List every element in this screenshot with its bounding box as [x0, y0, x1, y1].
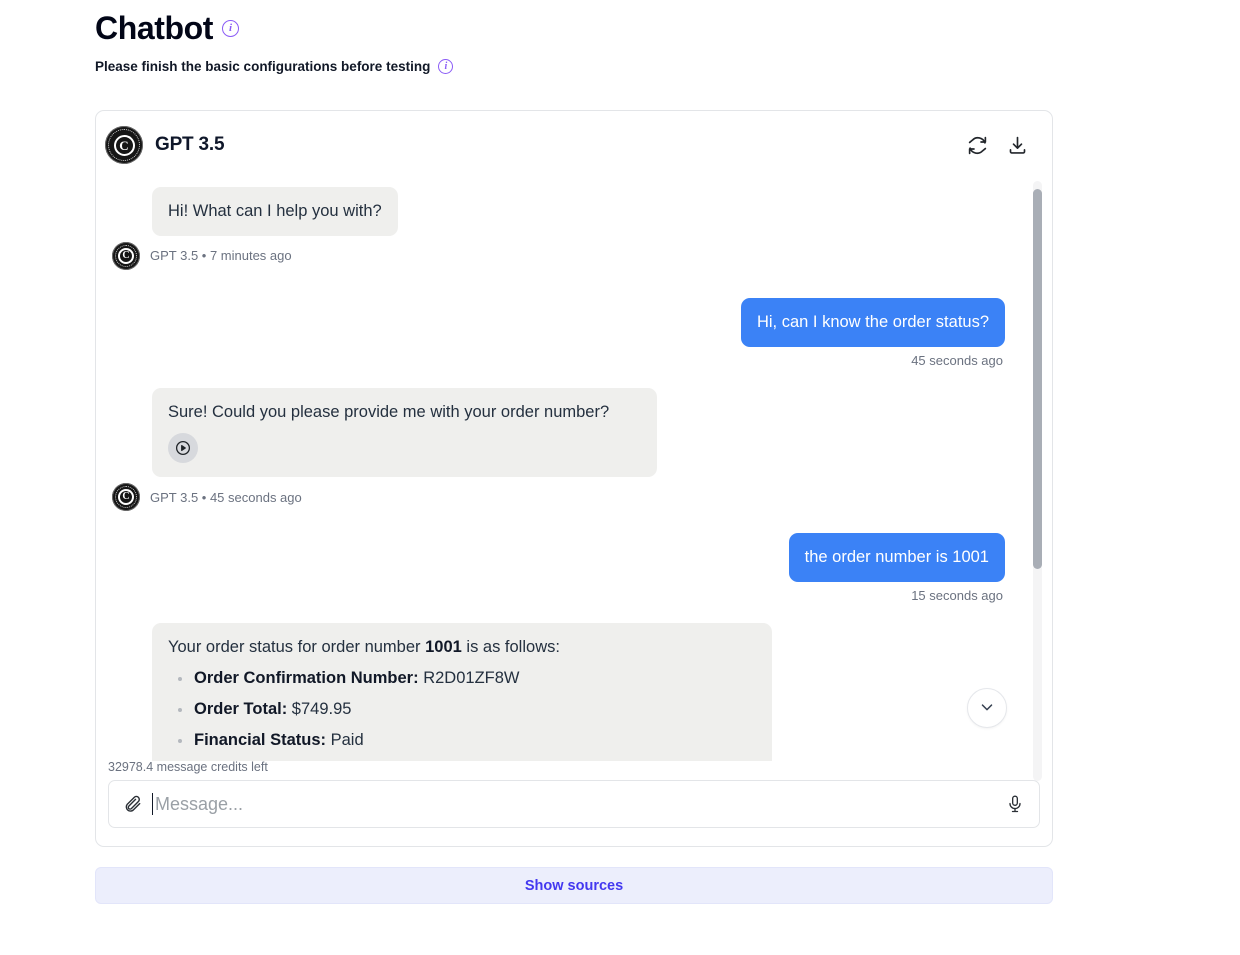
message-meta: GPT 3.5 • 45 seconds ago: [150, 489, 302, 505]
message-bubble: Hi! What can I help you with?: [152, 187, 398, 236]
message-bot-1: Hi! What can I help you with?: [104, 187, 1022, 236]
message-user-1: Hi, can I know the order status? 45 seco…: [104, 297, 1022, 368]
order-field-value: Paid: [330, 730, 364, 749]
show-sources-button[interactable]: Show sources: [95, 867, 1053, 904]
order-field-label: Order Total:: [194, 699, 288, 718]
order-field-label: Financial Status:: [194, 730, 327, 749]
play-audio-button[interactable]: [168, 433, 198, 464]
message-bubble: Hi, can I know the order status?: [740, 297, 1005, 347]
bot-avatar: C: [105, 126, 143, 164]
order-status-bubble: Your order status for order number 1001 …: [152, 622, 772, 761]
message-bubble: the order number is 1001: [788, 533, 1005, 582]
page-title: Chatbot: [95, 10, 214, 46]
chat-header-actions: [964, 132, 1030, 158]
subtitle-info-icon[interactable]: i: [438, 59, 454, 74]
order-lead-after: is as follows:: [461, 637, 560, 656]
bot-name: GPT 3.5: [155, 134, 225, 155]
message-input[interactable]: Message...: [152, 793, 996, 815]
subtitle-row: Please finish the basic configurations b…: [95, 59, 454, 74]
message-input-wrap[interactable]: Message...: [108, 780, 1040, 828]
text-caret: [152, 793, 153, 815]
avatar-glyph: C: [118, 489, 134, 506]
refresh-icon[interactable]: [964, 132, 990, 158]
chevron-down-icon: [978, 698, 996, 719]
order-field-value: R2D01ZF8W: [423, 668, 520, 687]
scroll-to-bottom-button[interactable]: [967, 688, 1007, 728]
page-header: Chatbot i Please finish the basic config…: [95, 6, 454, 74]
title-info-icon[interactable]: i: [222, 19, 240, 37]
page-subtitle: Please finish the basic configurations b…: [95, 59, 431, 74]
list-item: Financial Status: Paid: [168, 729, 756, 752]
bot-avatar: C: [112, 241, 140, 270]
message-list: Hi! What can I help you with? C GPT 3.5 …: [96, 179, 1052, 761]
message-meta: 45 seconds ago: [911, 352, 1003, 368]
chat-card: C GPT 3.5 Hi! What can I help you with? …: [95, 110, 1053, 847]
message-credits: 32978.4 message credits left: [108, 760, 268, 774]
order-field-value: $749.95: [291, 699, 352, 718]
avatar-glyph: C: [113, 134, 135, 156]
list-item: Order Total: $749.95: [168, 698, 756, 721]
message-bot-3: Your order status for order number 1001 …: [104, 622, 1022, 761]
message-user-2: the order number is 1001 15 seconds ago: [104, 533, 1022, 603]
paperclip-icon[interactable]: [123, 794, 143, 814]
chat-header: C GPT 3.5: [96, 111, 1052, 179]
microphone-icon[interactable]: [1005, 794, 1025, 814]
order-number: 1001: [425, 637, 462, 656]
message-meta: 15 seconds ago: [911, 587, 1003, 603]
download-icon[interactable]: [1004, 132, 1030, 158]
bot-avatar: C: [112, 483, 140, 512]
order-field-label: Order Confirmation Number:: [194, 668, 419, 687]
message-input-placeholder: Message...: [155, 793, 244, 814]
message-meta: GPT 3.5 • 7 minutes ago: [150, 248, 292, 264]
chatbot-page: Chatbot i Please finish the basic config…: [0, 0, 1240, 955]
order-status-lead: Your order status for order number 1001 …: [168, 636, 756, 659]
message-bubble: Sure! Could you please provide me with y…: [152, 387, 657, 478]
order-status-list: Order Confirmation Number: R2D01ZF8W Ord…: [168, 667, 756, 761]
message-text: Sure! Could you please provide me with y…: [168, 402, 610, 421]
avatar-glyph: C: [118, 247, 134, 264]
composer: 32978.4 message credits left Message...: [96, 760, 1052, 846]
message-bot-2: Sure! Could you please provide me with y…: [104, 387, 1022, 478]
title-row: Chatbot i: [95, 6, 453, 50]
message-scrollbar-thumb[interactable]: [1033, 189, 1042, 569]
message-meta-row-1: C GPT 3.5 • 7 minutes ago: [104, 241, 1022, 270]
message-meta-row-2: C GPT 3.5 • 45 seconds ago: [104, 483, 1022, 512]
order-lead-before: Your order status for order number: [168, 637, 426, 656]
list-item: Order Confirmation Number: R2D01ZF8W: [168, 667, 756, 690]
